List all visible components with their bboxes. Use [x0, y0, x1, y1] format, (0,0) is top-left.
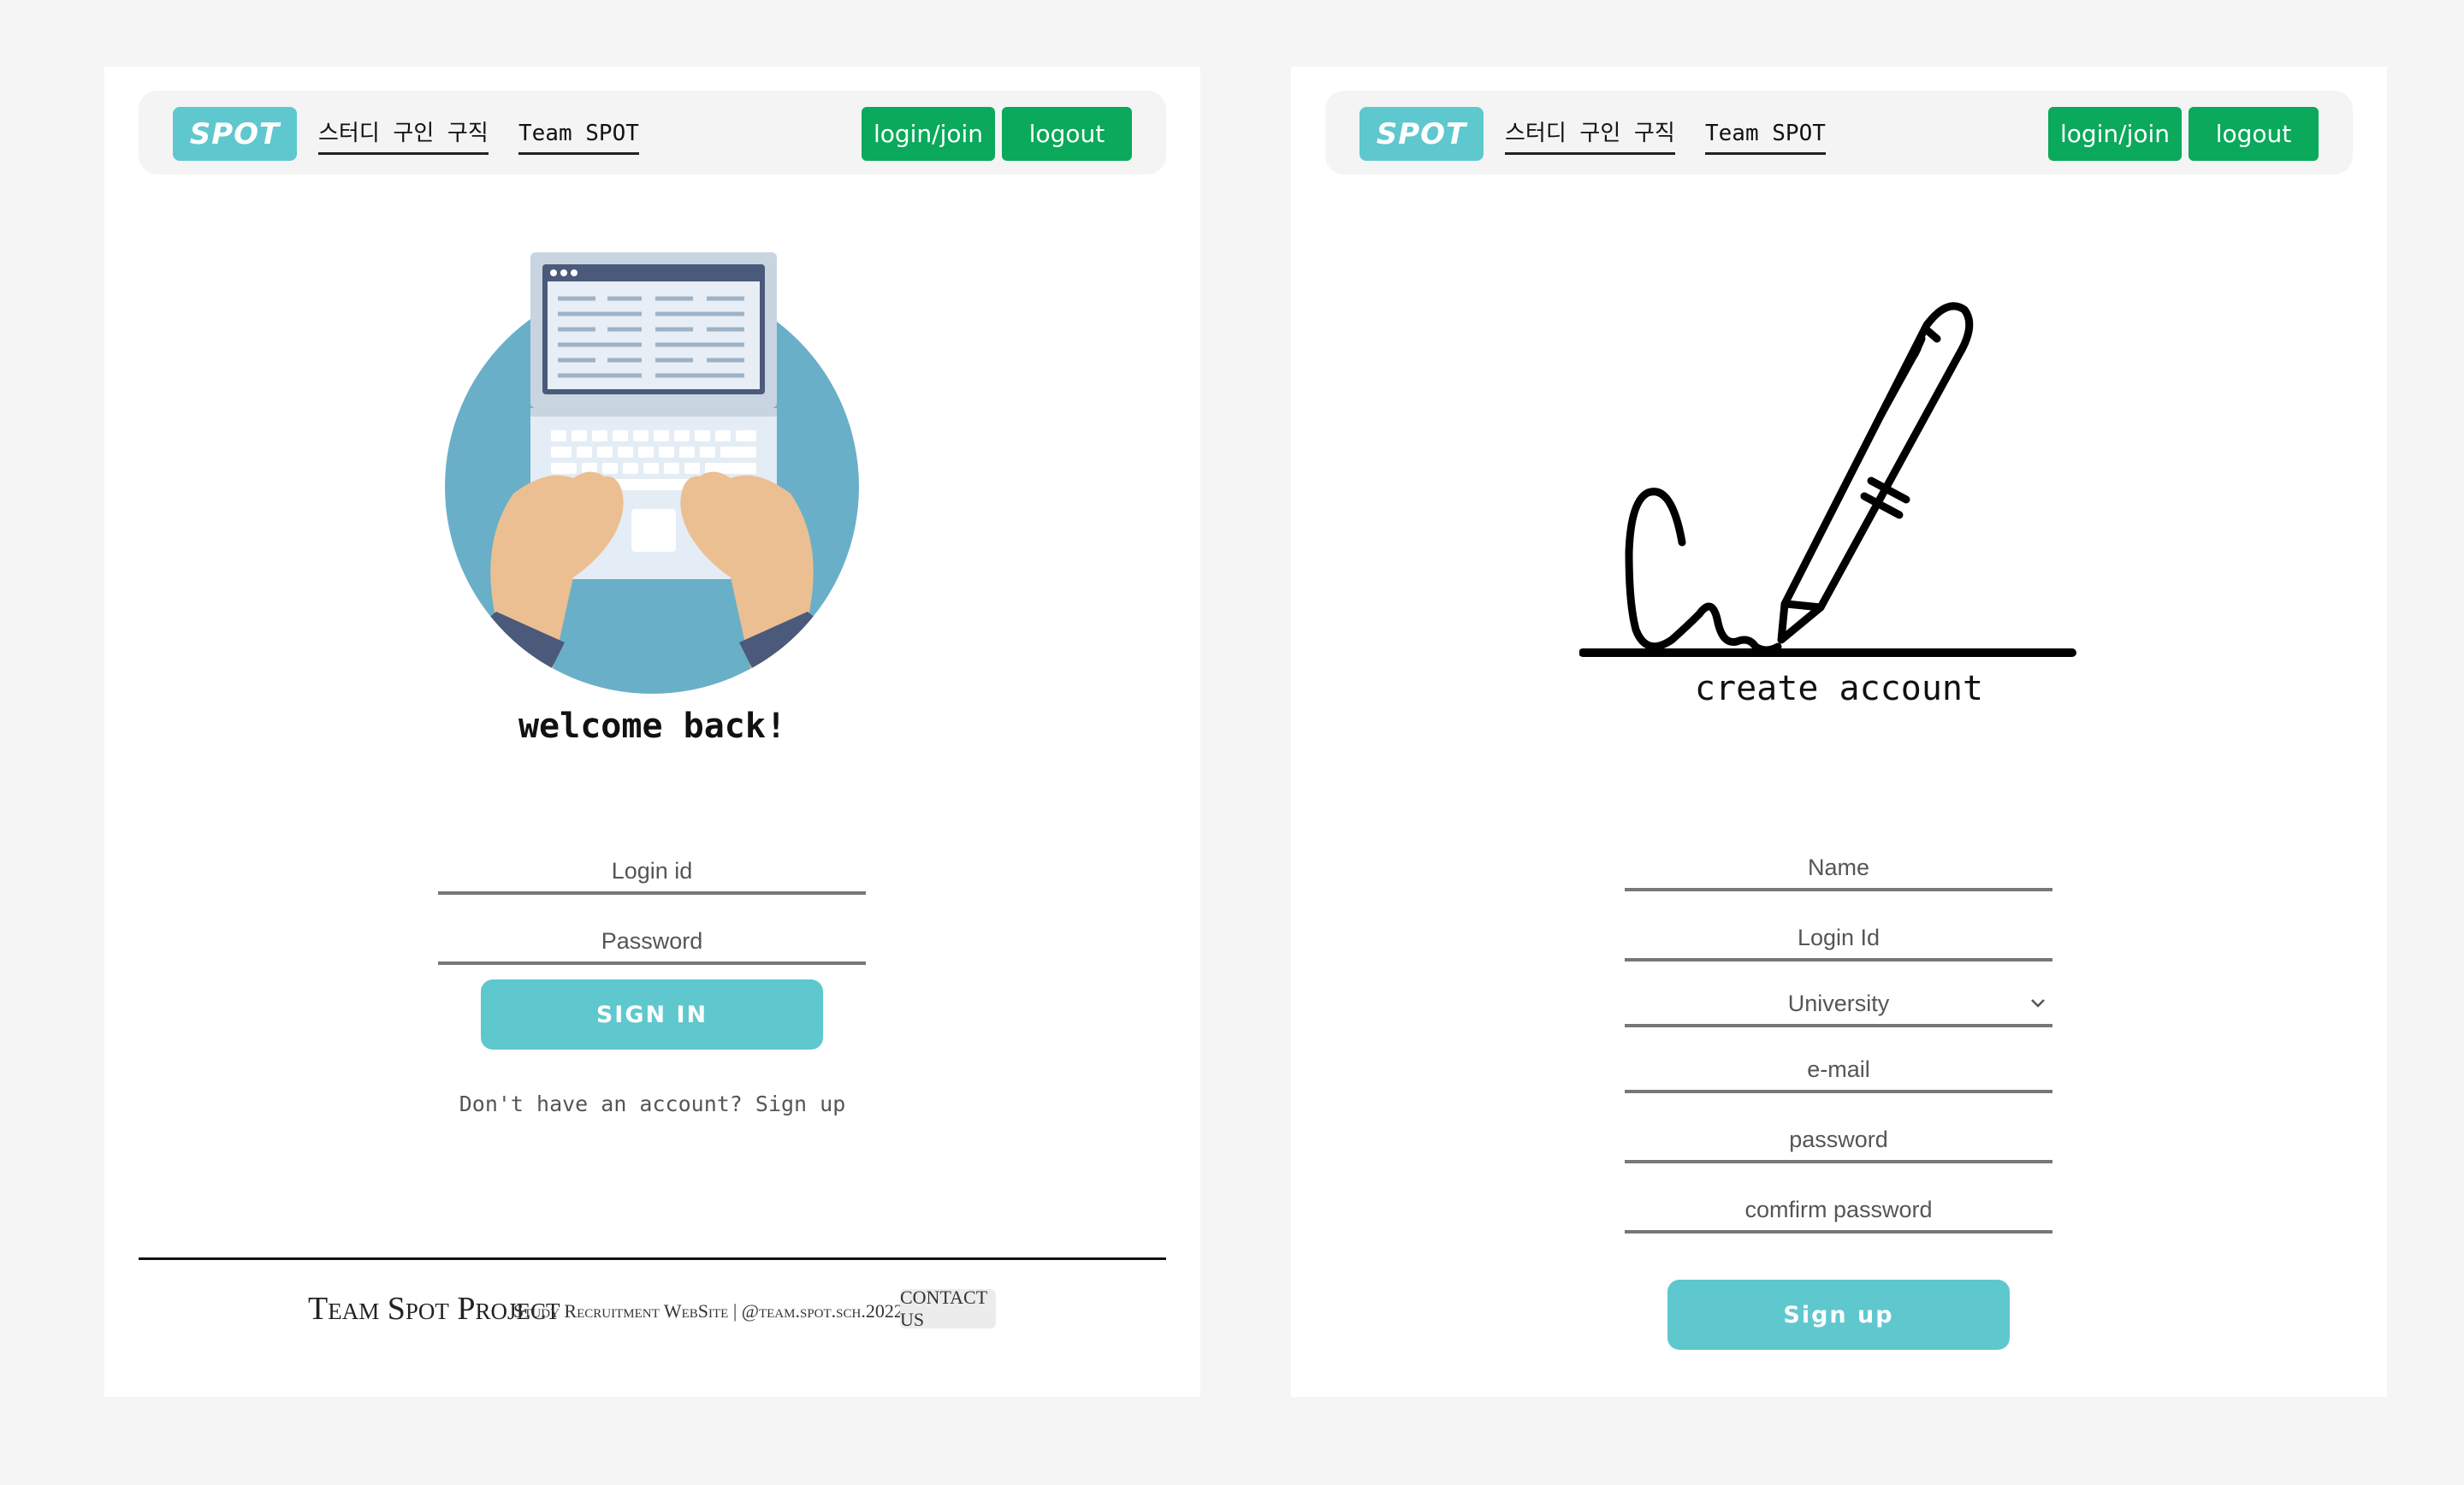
- email-input[interactable]: e-mail: [1625, 1049, 2052, 1093]
- login-id-input[interactable]: Login Id: [1625, 917, 2052, 961]
- footer-subtitle: Study Recruitment WebSite | @team.spot.s…: [513, 1300, 903, 1322]
- login-id-input[interactable]: Login id: [438, 850, 866, 895]
- footer-divider: [139, 1257, 1166, 1260]
- university-select[interactable]: University: [1625, 983, 2052, 1027]
- password-input[interactable]: Password: [438, 920, 866, 965]
- signup-link[interactable]: Don't have an account? Sign up: [104, 1092, 1200, 1116]
- nav-link-team[interactable]: Team SPOT: [1705, 116, 1826, 155]
- nav-link-team[interactable]: Team SPOT: [518, 116, 639, 155]
- confirm-password-input[interactable]: comfirm password: [1625, 1189, 2052, 1234]
- password-input[interactable]: password: [1625, 1119, 2052, 1163]
- pen-signature-illustration: [1579, 302, 2076, 657]
- logout-button[interactable]: logout: [1002, 107, 1132, 161]
- name-input[interactable]: Name: [1625, 847, 2052, 891]
- chevron-down-icon: [2031, 999, 2045, 1008]
- contact-us-button[interactable]: CONTACT US: [900, 1287, 996, 1330]
- laptop-typing-illustration: [445, 252, 859, 694]
- signup-panel: SPOT 스터디 구인 구직 Team SPOT login/join logo…: [1291, 67, 2387, 1397]
- nav-link-recruit[interactable]: 스터디 구인 구직: [318, 116, 489, 155]
- login-panel: SPOT 스터디 구인 구직 Team SPOT login/join logo…: [104, 67, 1200, 1397]
- login-heading: welcome back!: [518, 707, 787, 746]
- nav-link-recruit[interactable]: 스터디 구인 구직: [1505, 116, 1675, 155]
- university-select-value: University: [1787, 991, 1890, 1016]
- top-nav: SPOT 스터디 구인 구직 Team SPOT login/join logo…: [1325, 91, 2353, 175]
- signup-heading: create account: [1694, 669, 1984, 708]
- top-nav: SPOT 스터디 구인 구직 Team SPOT login/join logo…: [139, 91, 1166, 175]
- login-join-button[interactable]: login/join: [862, 107, 995, 161]
- logo[interactable]: SPOT: [173, 107, 297, 161]
- login-join-button[interactable]: login/join: [2048, 107, 2182, 161]
- logout-button[interactable]: logout: [2189, 107, 2319, 161]
- sign-up-button[interactable]: Sign up: [1667, 1280, 2010, 1350]
- logo[interactable]: SPOT: [1359, 107, 1484, 161]
- sign-in-button[interactable]: SIGN IN: [481, 979, 823, 1050]
